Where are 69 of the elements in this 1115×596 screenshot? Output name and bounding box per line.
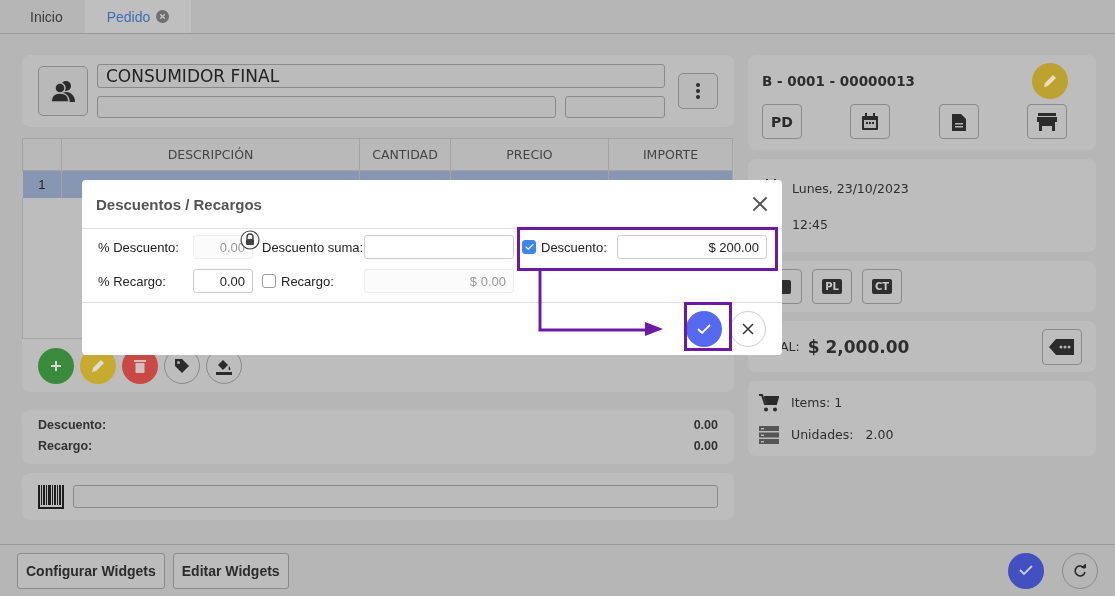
customer-name-field[interactable]: CONSUMIDOR FINAL [97, 64, 665, 88]
code-badge: PL [822, 279, 842, 294]
tag-icon [1049, 337, 1075, 356]
confirm-button[interactable] [686, 311, 722, 347]
check-icon [1019, 565, 1033, 576]
people-icon [50, 80, 76, 102]
code-button[interactable]: CT [862, 269, 902, 304]
widget-button[interactable]: Editar Widgets [172, 552, 289, 589]
code-badge: CT [871, 279, 893, 294]
plus-icon [50, 360, 62, 372]
document-number: B - 0001 - 00000013 [762, 73, 915, 89]
total-label: Descuento: [38, 418, 108, 434]
close-button[interactable] [752, 196, 768, 212]
total-amount: $ 2,000.00 [807, 336, 911, 357]
document-type-button[interactable]: PD [762, 104, 802, 139]
column-header[interactable]: PRECIO [450, 138, 609, 171]
date-text: Lunes, 23/10/2023 [792, 180, 909, 196]
items-count: Items: 1 [791, 395, 843, 410]
add-button[interactable] [38, 348, 74, 384]
store-icon [1037, 112, 1057, 131]
input-field[interactable]: $ 200.00 [617, 235, 767, 259]
highlight-frame [684, 302, 732, 351]
tab[interactable]: Inicio [8, 0, 85, 33]
table-cell: 1 [38, 177, 46, 192]
icon-button[interactable] [850, 104, 891, 139]
cancel-button[interactable] [730, 311, 766, 347]
cart-icon [759, 393, 779, 412]
total-value: 0.00 [693, 418, 718, 434]
input-field[interactable]: 0.00 [193, 269, 253, 293]
pencil-icon [91, 359, 105, 373]
column-header[interactable]: IMPORTE [608, 138, 733, 171]
close-icon [752, 196, 768, 212]
stack-icon [759, 425, 779, 444]
tag-button[interactable] [1042, 328, 1082, 365]
icon-button[interactable] [938, 104, 979, 139]
check-icon [697, 323, 711, 335]
document-icon [951, 112, 966, 131]
dialog-title: Descuentos / Recargos [96, 195, 262, 213]
pencil-icon [1043, 74, 1057, 88]
trash-icon [134, 359, 146, 373]
icon-button[interactable] [1027, 104, 1067, 139]
column-header[interactable]: DESCRIPCIÓN [61, 138, 360, 171]
time-text: 12:45 [792, 217, 829, 232]
field-label: Descuento suma: [262, 239, 364, 255]
customer-button[interactable] [38, 66, 88, 116]
column-header[interactable]: CANTIDAD [359, 138, 451, 171]
barcode-icon [38, 484, 64, 509]
input-field[interactable] [364, 235, 514, 259]
code-button[interactable]: PL [812, 269, 852, 304]
field-label: % Descuento: [98, 239, 180, 255]
units-value: 2.00 [865, 427, 894, 442]
widget-button[interactable]: Configurar Widgets [17, 552, 165, 589]
total-value: 0.00 [693, 439, 718, 455]
check-icon [524, 243, 534, 251]
field-label: % Recargo: [98, 273, 167, 289]
more-icon [696, 83, 700, 99]
close-icon [742, 323, 754, 335]
barcode-field[interactable] [73, 485, 718, 508]
paint-bucket-icon [215, 357, 233, 375]
close-icon[interactable] [156, 10, 170, 23]
total-label: Recargo: [38, 439, 94, 455]
input-field[interactable] [97, 96, 556, 118]
calendar-icon [861, 112, 880, 131]
checkbox[interactable]: Descuento: [522, 239, 617, 255]
refresh-icon [1073, 563, 1087, 578]
input-field[interactable] [565, 96, 665, 118]
more-button[interactable] [678, 73, 718, 109]
units-label: Unidades: [791, 427, 854, 442]
tag-icon [174, 358, 190, 374]
